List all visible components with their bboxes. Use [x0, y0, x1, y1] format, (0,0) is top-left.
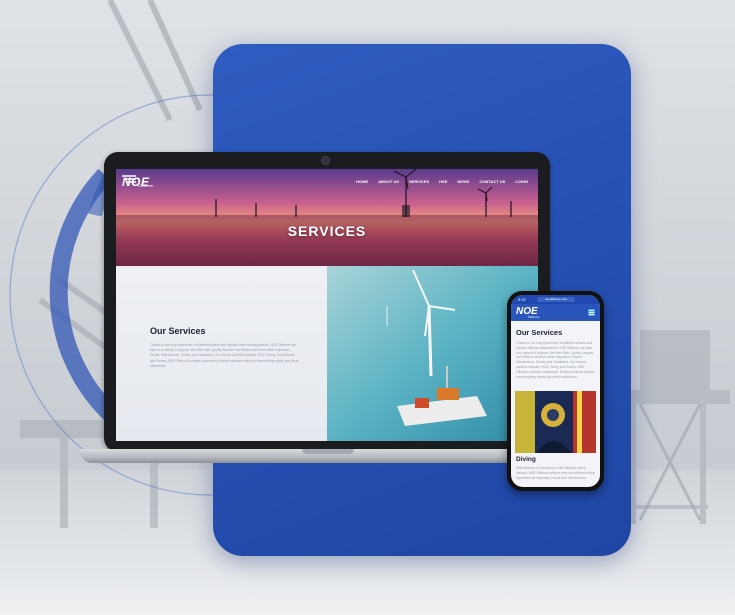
laptop-screen: NOE Offshore HOME ABOUT US SERVICES HSE … [116, 169, 538, 441]
nav-item-news[interactable]: NEWS [457, 179, 469, 184]
phone-subsection-heading: Diving [516, 456, 536, 463]
status-time: 9:32 [518, 297, 526, 302]
phone-section-heading: Our Services [516, 328, 563, 337]
laptop-mockup: NOE Offshore HOME ABOUT US SERVICES HSE … [104, 152, 550, 452]
url-bar[interactable]: noeoffshore.com [537, 297, 575, 302]
nav-item-contact[interactable]: CONTACT US [479, 179, 505, 184]
hamburger-menu-icon[interactable] [588, 309, 595, 316]
nav-item-home[interactable]: HOME [356, 179, 368, 184]
hero-title: SERVICES [287, 223, 367, 239]
phone-screen: 9:32 noeoffshore.com NOE Offshore Our Se… [511, 295, 600, 487]
diver-image [515, 391, 596, 453]
nav-item-login[interactable]: LOGIN [515, 179, 528, 184]
laptop-base [80, 449, 575, 463]
section-text: Thanks to our long experience of differe… [150, 343, 299, 368]
hero-banner: NOE Offshore HOME ABOUT US SERVICES HSE … [116, 169, 538, 266]
phone-header: NOE Offshore [511, 304, 600, 321]
phone-mockup: 9:32 noeoffshore.com NOE Offshore Our Se… [507, 291, 604, 491]
section-heading: Our Services [150, 326, 206, 336]
showcase-scene: NOE Offshore HOME ABOUT US SERVICES HSE … [0, 0, 735, 615]
services-intro-panel: Our Services Thanks to our long experien… [116, 266, 327, 441]
main-nav: HOME ABOUT US SERVICES HSE NEWS CONTACT … [356, 179, 528, 184]
nav-item-about[interactable]: ABOUT US [378, 179, 399, 184]
phone-logo-subtext: Offshore [528, 315, 540, 319]
camera-icon [321, 156, 330, 165]
phone-subsection-text: With decades of experience in the offsho… [516, 466, 595, 480]
phone-section-text: Thanks to our long experience of differe… [516, 341, 595, 379]
laptop-notch [302, 449, 354, 454]
nav-item-services[interactable]: SERVICES [409, 179, 429, 184]
nav-item-hse[interactable]: HSE [439, 179, 447, 184]
phone-status-bar: 9:32 noeoffshore.com [511, 295, 600, 304]
logo-subtext: Offshore [138, 183, 154, 188]
diver-photo [515, 391, 596, 453]
logo-wave-icon [122, 175, 136, 183]
